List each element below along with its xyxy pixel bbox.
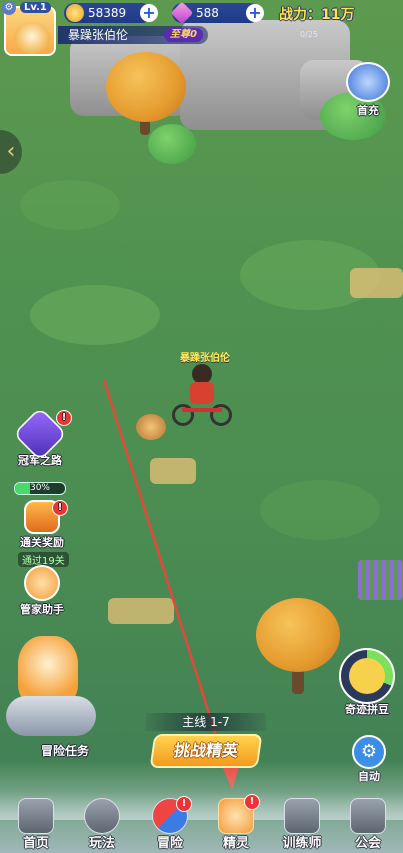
guild-castle-icon bbox=[350, 798, 386, 834]
nav-gameplay[interactable]: 玩法 bbox=[72, 792, 132, 853]
combat-power: 战力：11万 bbox=[279, 7, 355, 23]
add-gold-button[interactable]: + bbox=[140, 4, 158, 22]
trainer-shirt-icon bbox=[284, 798, 320, 834]
nav-adventure-label: 冒险 bbox=[156, 836, 183, 851]
orange-tree bbox=[256, 598, 340, 672]
house-icon bbox=[18, 798, 54, 834]
main-stage-label: 主线 1-7 bbox=[146, 713, 266, 731]
gold-value: 58389 bbox=[88, 6, 127, 20]
vip-badge[interactable]: 至尊0 bbox=[164, 28, 203, 42]
grass-patch bbox=[30, 285, 160, 345]
fox-butler-icon bbox=[24, 565, 60, 601]
dirt-patch bbox=[150, 458, 196, 484]
lavender-field bbox=[358, 560, 403, 600]
compass-icon bbox=[84, 798, 120, 834]
nav-gameplay-label: 玩法 bbox=[88, 836, 115, 851]
adventure-task-button[interactable]: 冒险任务 bbox=[0, 636, 110, 758]
notification-badge: ! bbox=[176, 796, 192, 812]
motorbike-icon bbox=[6, 696, 96, 736]
gear-icon[interactable]: ⚙ bbox=[2, 1, 16, 15]
nav-spirit-label: 精灵 bbox=[222, 836, 249, 851]
champion-progress-text: 30% bbox=[29, 483, 50, 493]
nav-adventure[interactable]: ! 冒险 bbox=[140, 792, 200, 853]
nav-trainer-label: 训练师 bbox=[282, 836, 322, 851]
add-gem-button[interactable]: + bbox=[246, 4, 264, 22]
bicycle-icon bbox=[172, 400, 232, 428]
gold-counter: 58389 bbox=[64, 3, 152, 23]
orange-tree bbox=[106, 52, 186, 122]
notification-badge: ! bbox=[52, 500, 68, 516]
clear-reward-button[interactable]: 通关奖励 ! bbox=[10, 500, 74, 550]
champion-road-button[interactable]: 冠军之路 ! bbox=[8, 406, 72, 468]
hud-tiny-info: 0/25 bbox=[300, 30, 318, 39]
clear-reward-label: 通关奖励 bbox=[20, 536, 64, 549]
butler-assistant-button[interactable]: 管家助手 bbox=[10, 565, 74, 617]
first-recharge-label: 首充 bbox=[357, 104, 379, 117]
nav-trainer[interactable]: 训练师 bbox=[272, 792, 332, 853]
dirt-patch bbox=[350, 268, 403, 298]
dirt-patch bbox=[108, 598, 174, 624]
grass-patch bbox=[260, 480, 380, 540]
nav-home[interactable]: 首页 bbox=[6, 792, 66, 853]
butler-label: 管家助手 bbox=[20, 603, 64, 616]
adventure-task-label: 冒险任务 bbox=[40, 744, 89, 758]
nav-guild[interactable]: 公会 bbox=[338, 792, 398, 853]
puzzle-event-button[interactable]: 31% 奇迹拼豆 bbox=[332, 648, 402, 717]
green-bush bbox=[148, 124, 196, 164]
first-recharge-button[interactable]: 首充 bbox=[340, 62, 396, 118]
gem-value: 588 bbox=[196, 6, 219, 20]
puzzle-ring-icon bbox=[339, 648, 395, 704]
nav-spirit[interactable]: ! 精灵 bbox=[206, 792, 266, 853]
nav-home-label: 首页 bbox=[22, 836, 49, 851]
mecha-pet-icon bbox=[346, 62, 390, 102]
champion-progress: 30% bbox=[14, 482, 66, 495]
nav-guild-label: 公会 bbox=[354, 836, 381, 851]
character-name-tag: 暴躁张伯伦 bbox=[180, 353, 230, 364]
player-level: Lv.1 bbox=[20, 2, 51, 13]
notification-badge: ! bbox=[56, 410, 72, 426]
rider-head-icon bbox=[192, 364, 212, 384]
pet-lion-icon[interactable] bbox=[136, 414, 166, 440]
challenge-elite-button[interactable]: 挑战精英 bbox=[149, 734, 263, 768]
gear-icon: ⚙ bbox=[360, 741, 378, 762]
player-character[interactable] bbox=[172, 364, 232, 430]
notification-badge: ! bbox=[244, 794, 260, 810]
coin-icon bbox=[66, 4, 84, 22]
grass-patch bbox=[20, 180, 120, 230]
